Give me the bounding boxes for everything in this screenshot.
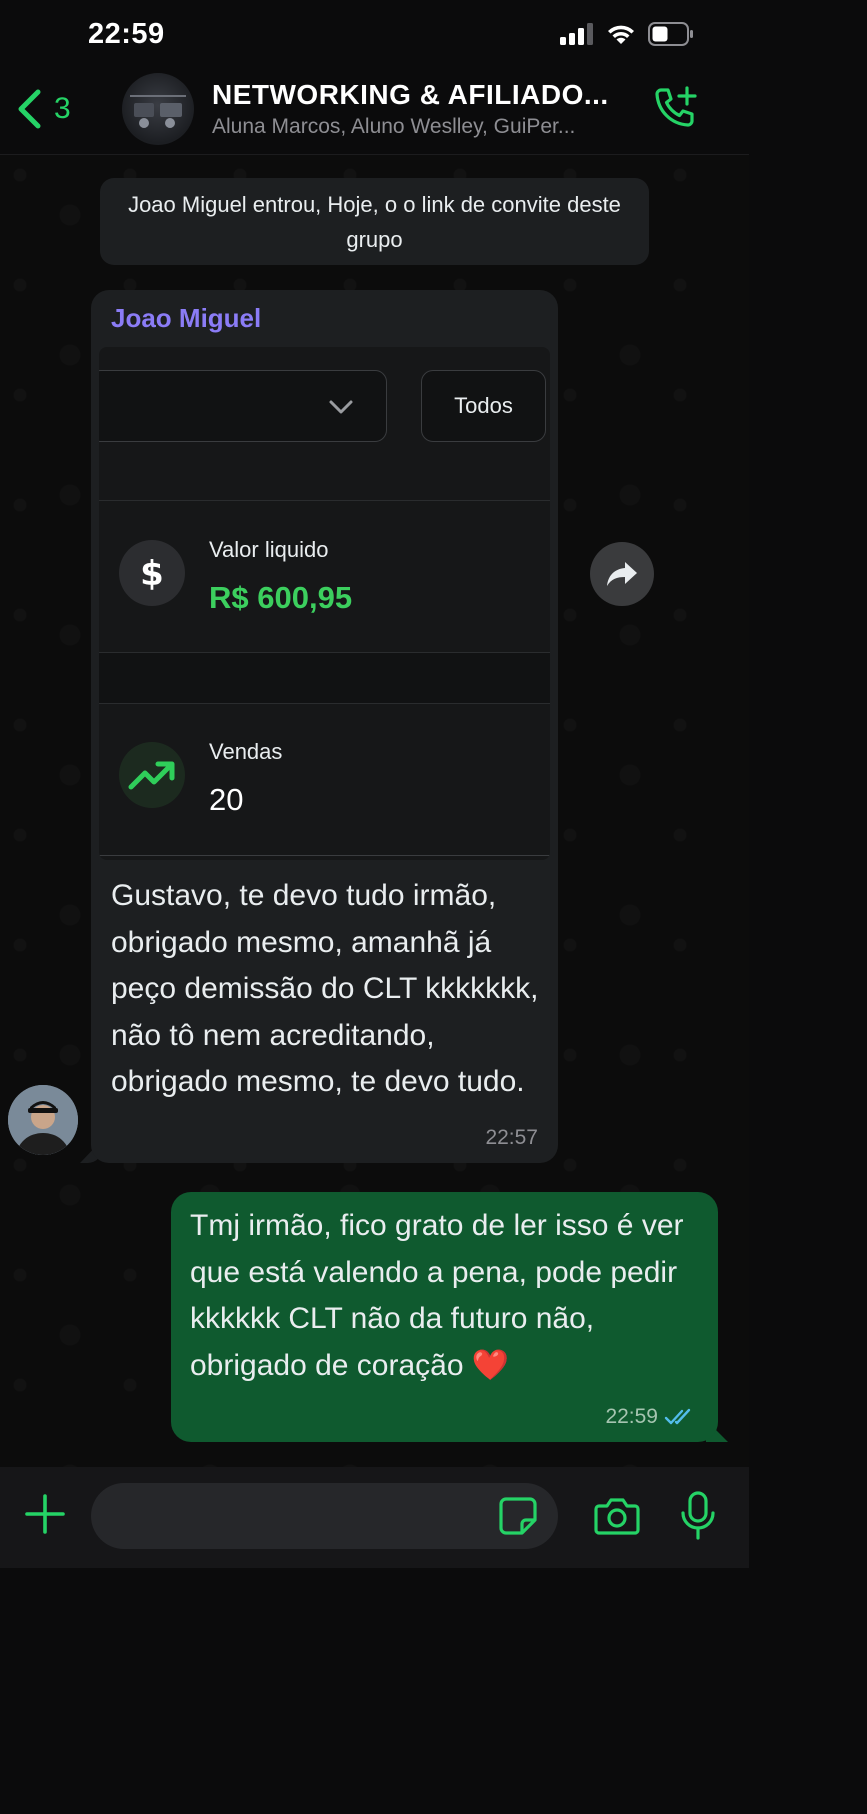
message-composer	[0, 1467, 749, 1568]
battery-icon	[648, 22, 693, 46]
back-chevron-icon	[18, 89, 41, 129]
attached-image[interactable]: Todos $ Valor liquido R$ 600,95 Vendas 2…	[99, 347, 550, 860]
status-icons	[560, 22, 694, 46]
status-time: 22:59	[88, 18, 165, 50]
metric-label-vendas: Vendas	[209, 739, 283, 764]
add-call-icon	[655, 86, 697, 127]
camera-icon	[594, 1498, 640, 1535]
outgoing-message-text: Tmj irmão, fico grato de ler isso é ver …	[190, 1209, 684, 1382]
sender-avatar[interactable]	[8, 1085, 78, 1155]
metric-value-valor: R$ 600,95	[209, 580, 353, 615]
add-call-button[interactable]	[651, 84, 699, 137]
unread-count: 3	[54, 92, 71, 125]
image-bottom-edge	[99, 855, 550, 856]
image-band	[99, 653, 550, 703]
chevron-down-icon	[329, 400, 353, 414]
message-input[interactable]	[91, 1483, 558, 1549]
dollar-icon: $	[119, 540, 185, 606]
sender-avatar-image	[8, 1085, 78, 1155]
forward-icon	[607, 562, 637, 586]
group-members[interactable]: Aluna Marcos, Aluno Weslley, GuiPer...	[212, 115, 632, 139]
trending-up-icon	[119, 742, 185, 808]
sender-name[interactable]: Joao Miguel	[111, 303, 261, 334]
svg-text:$: $	[140, 554, 164, 593]
camera-button[interactable]	[594, 1496, 640, 1541]
back-button[interactable]: 3	[14, 88, 71, 130]
image-divider	[99, 500, 550, 501]
plus-icon	[25, 1494, 65, 1534]
image-filter-button: Todos	[421, 370, 546, 442]
forward-button[interactable]	[590, 542, 654, 606]
metric-value-vendas: 20	[209, 782, 244, 817]
incoming-message-text: Gustavo, te devo tudo irmão, obrigado me…	[111, 879, 539, 1098]
mic-icon	[681, 1491, 715, 1540]
group-avatar[interactable]	[122, 73, 194, 145]
incoming-message-time: 22:57	[485, 1126, 538, 1149]
metric-label-valor: Valor liquido	[209, 537, 329, 562]
wifi-icon	[608, 25, 634, 44]
signal-icon	[560, 23, 593, 45]
mic-button[interactable]	[680, 1491, 716, 1546]
sticker-icon	[499, 1497, 537, 1535]
image-divider	[99, 703, 550, 704]
sticker-button[interactable]	[498, 1496, 538, 1541]
read-ticks-icon	[664, 1408, 691, 1425]
outgoing-message[interactable]: Tmj irmão, fico grato de ler isso é ver …	[171, 1192, 718, 1442]
attach-button[interactable]	[25, 1494, 65, 1539]
group-title[interactable]: NETWORKING & AFILIADO...	[212, 79, 632, 111]
image-dropdown	[99, 370, 387, 442]
system-notice: Joao Miguel entrou, Hoje, o o link de co…	[100, 178, 649, 265]
group-avatar-image	[130, 95, 186, 128]
status-bar: 22:59	[0, 0, 749, 70]
outgoing-message-time: 22:59	[605, 1405, 658, 1428]
chat-header: 3 NETWORKING & AFILIADO... Aluna Marcos,…	[0, 70, 749, 155]
outgoing-message-meta: 22:59	[605, 1405, 696, 1429]
incoming-message[interactable]: Joao Miguel Todos $ Valor liquido R$ 600…	[91, 290, 558, 1163]
